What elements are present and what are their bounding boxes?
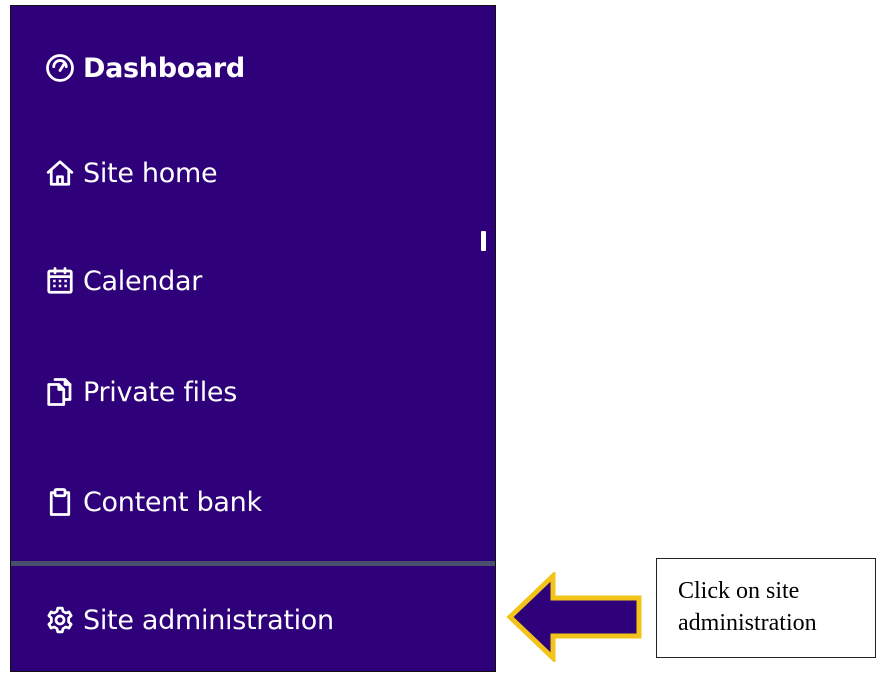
clipboard-icon: [45, 487, 75, 517]
sidebar-item-label: Dashboard: [83, 52, 245, 84]
sidebar-item-label: Site home: [83, 157, 218, 189]
calendar-icon: [45, 266, 75, 296]
pointer-arrow: [505, 570, 645, 664]
sidebar-item-site-home[interactable]: Site home: [11, 143, 218, 203]
home-icon: [45, 158, 75, 188]
sidebar-item-label: Site administration: [83, 604, 334, 636]
instruction-callout: Click on site administration: [656, 558, 876, 658]
callout-line-1: Click on site: [678, 578, 800, 604]
scrollbar-thumb[interactable]: [481, 231, 486, 251]
sidebar-item-content-bank[interactable]: Content bank: [11, 472, 262, 532]
files-icon: [45, 377, 75, 407]
screenshot-stage: Dashboard Site home Calendar Private fil…: [0, 0, 894, 676]
sidebar-divider: [11, 561, 495, 566]
sidebar-item-private-files[interactable]: Private files: [11, 362, 237, 422]
sidebar-item-dashboard[interactable]: Dashboard: [11, 38, 245, 98]
sidebar-item-label: Calendar: [83, 265, 203, 297]
sidebar-item-site-administration[interactable]: Site administration: [11, 590, 334, 650]
sidebar-item-calendar[interactable]: Calendar: [11, 251, 202, 311]
left-arrow-icon: [506, 570, 642, 664]
sidebar-item-label: Private files: [83, 376, 238, 408]
navigation-sidebar: Dashboard Site home Calendar Private fil…: [10, 5, 496, 672]
callout-line-2: administration: [678, 610, 817, 636]
sidebar-item-label: Content bank: [83, 486, 262, 518]
gauge-icon: [45, 53, 75, 83]
gear-icon: [45, 605, 75, 635]
